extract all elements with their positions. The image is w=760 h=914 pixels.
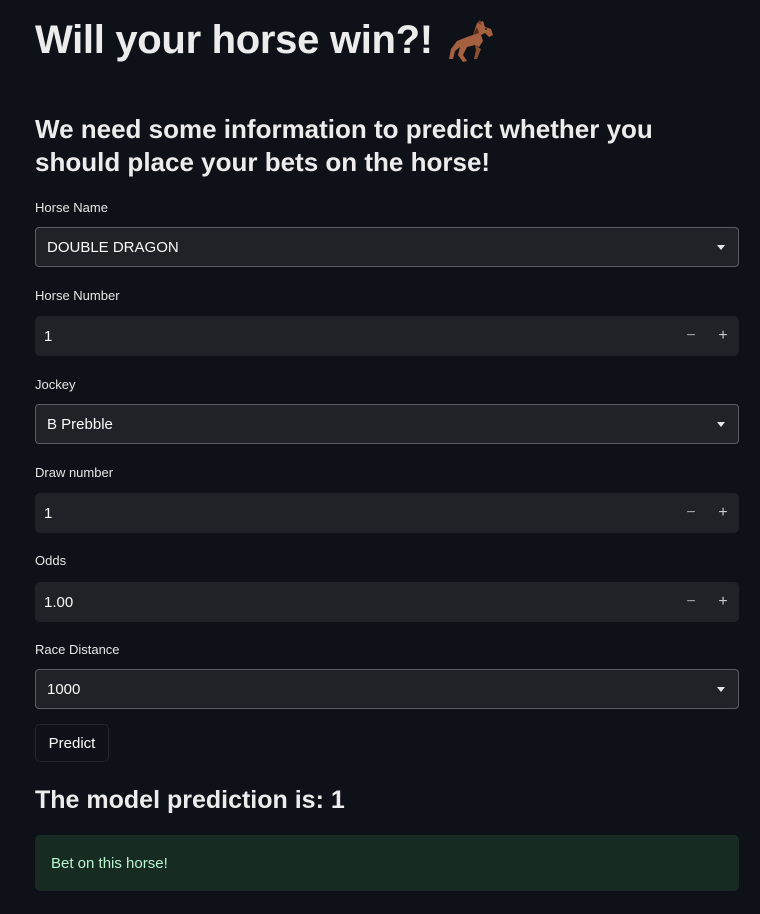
odds-increment-button[interactable]: + [707, 582, 739, 622]
draw-number-label: Draw number [35, 465, 114, 480]
prediction-heading: The model prediction is: 1 [35, 786, 345, 814]
chevron-down-icon [717, 422, 725, 427]
horse-number-stepper: − + [35, 316, 739, 356]
draw-number-increment-button[interactable]: + [707, 493, 739, 533]
odds-decrement-button[interactable]: − [675, 582, 707, 622]
race-distance-label: Race Distance [35, 642, 120, 657]
horse-number-label: Horse Number [35, 288, 120, 303]
horse-name-label: Horse Name [35, 200, 108, 215]
horse-name-select[interactable]: DOUBLE DRAGON [35, 227, 739, 267]
horse-name-value: DOUBLE DRAGON [47, 238, 179, 256]
chevron-down-icon [717, 687, 725, 692]
horse-number-input[interactable] [35, 316, 675, 356]
race-distance-value: 1000 [47, 680, 81, 698]
odds-label: Odds [35, 553, 67, 568]
chevron-down-icon [717, 245, 725, 250]
jockey-select[interactable]: B Prebble [35, 404, 739, 444]
odds-input[interactable] [35, 582, 675, 622]
race-distance-select[interactable]: 1000 [35, 669, 739, 709]
page-title: Will your horse win?! [35, 18, 497, 63]
jockey-value: B Prebble [47, 415, 113, 433]
draw-number-stepper: − + [35, 493, 739, 533]
horse-number-decrement-button[interactable]: − [675, 316, 707, 356]
success-alert: Bet on this horse! [35, 835, 739, 891]
predict-button[interactable]: Predict [35, 724, 109, 762]
app-page: Will your horse win?! We need some infor… [0, 0, 760, 914]
success-alert-message: Bet on this horse! [51, 854, 168, 872]
jockey-label: Jockey [35, 377, 76, 392]
odds-stepper: − + [35, 582, 739, 622]
draw-number-input[interactable] [35, 493, 675, 533]
draw-number-decrement-button[interactable]: − [675, 493, 707, 533]
horse-number-increment-button[interactable]: + [707, 316, 739, 356]
page-title-text: Will your horse win?! [35, 18, 433, 62]
page-subtitle: We need some information to predict whet… [35, 114, 653, 177]
horse-racing-icon [447, 19, 497, 63]
